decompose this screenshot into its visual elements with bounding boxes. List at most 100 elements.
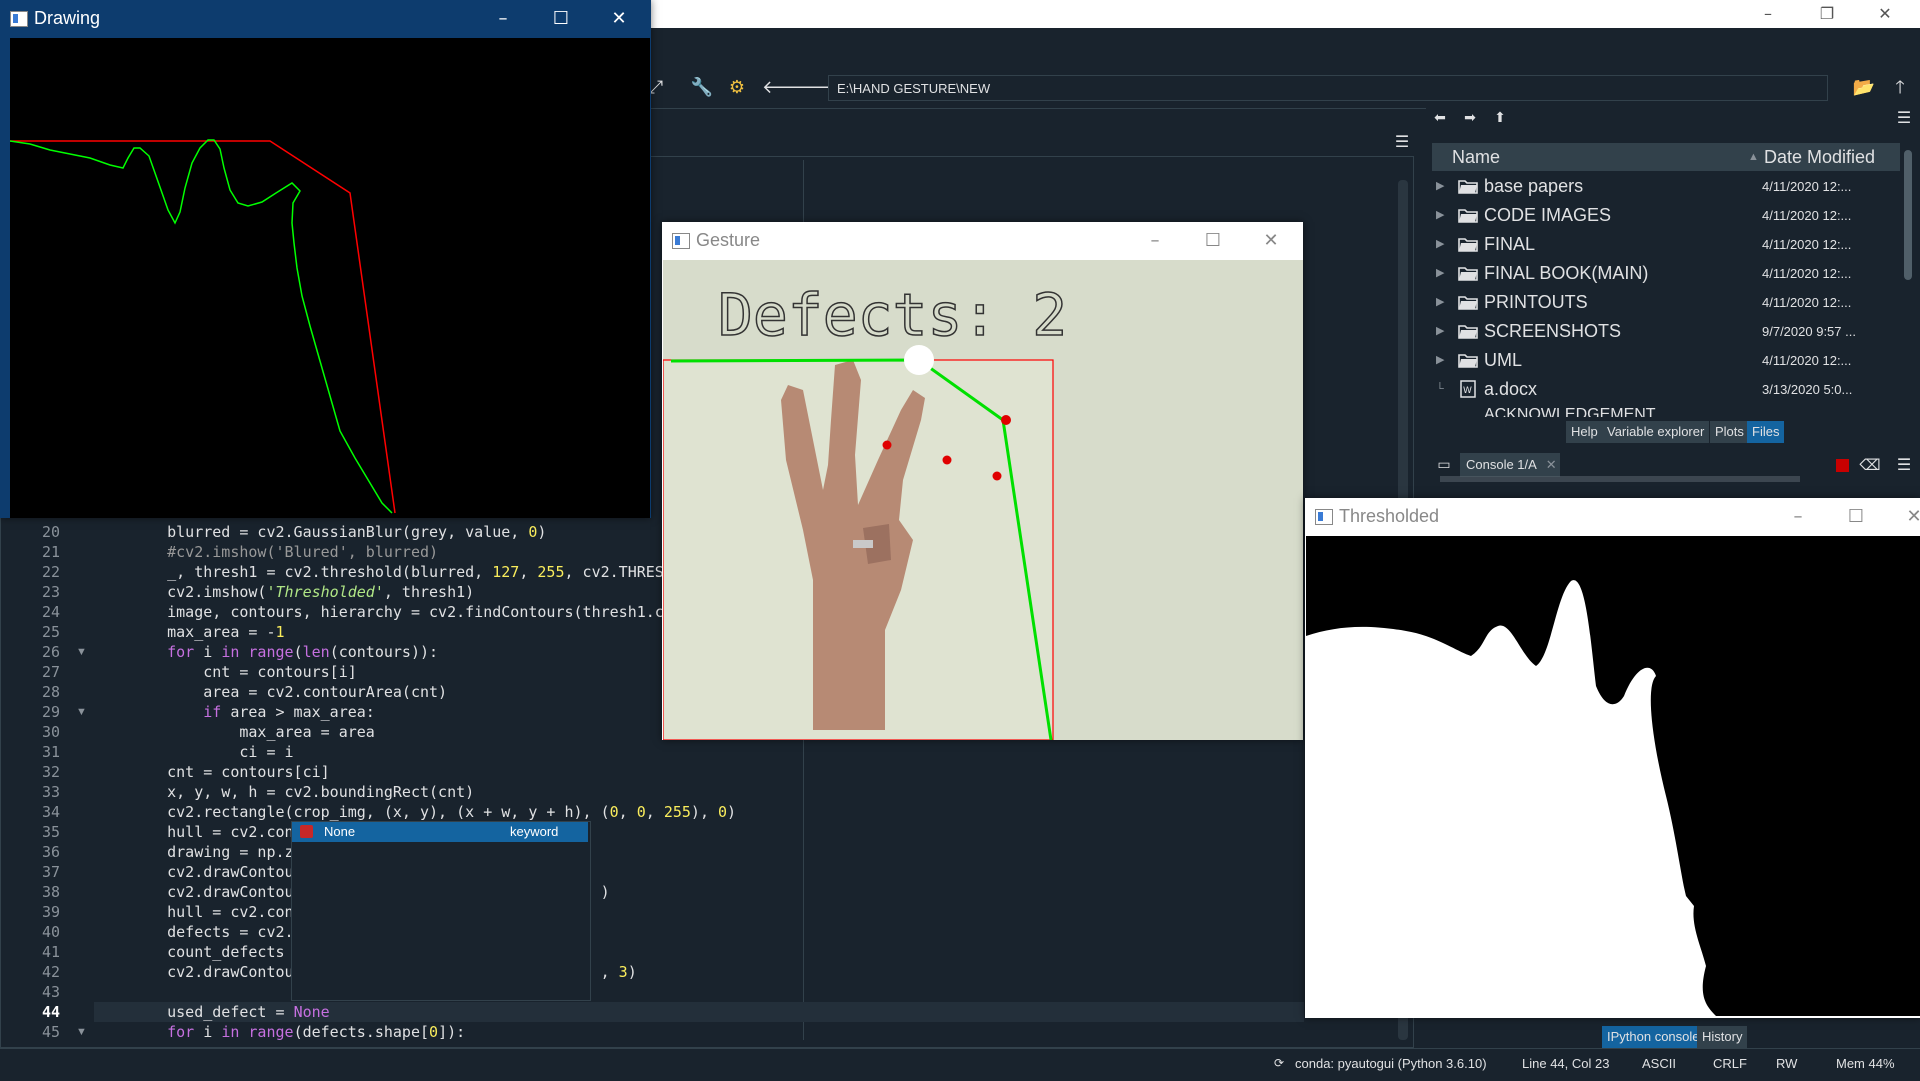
completion-popup[interactable] [291, 821, 591, 1001]
file-name: FINAL [1484, 234, 1536, 254]
drawing-canvas [10, 38, 650, 518]
defects-label: Defects: 2 [718, 281, 1067, 349]
forward-arrow-icon[interactable]: 🡒 [796, 76, 844, 100]
code-line[interactable]: cnt = contours[ci] [131, 762, 330, 782]
defect-point [992, 471, 1002, 481]
close-icon[interactable]: ✕ [1243, 222, 1299, 259]
fold-arrow-icon[interactable]: ▼ [76, 642, 88, 662]
far-point-marker [904, 345, 934, 375]
files-options-menu-icon[interactable]: ☰ [1892, 106, 1916, 130]
console-options-menu-icon[interactable]: ☰ [1892, 453, 1916, 477]
expand-arrow-icon[interactable]: ▶ [1436, 230, 1444, 259]
line-number: 25 [41, 623, 60, 641]
drawing-window[interactable]: Drawing – ☐ ✕ [0, 0, 651, 518]
file-row[interactable]: ▶ FINAL BOOK(MAIN) 4/11/2020 12:... [1432, 259, 1900, 288]
defect-point [942, 455, 952, 465]
code-line[interactable]: #cv2.imshow('Blured', blurred) [131, 542, 438, 562]
drawing-title: Drawing [34, 8, 101, 28]
thresholded-window[interactable]: Thresholded – ☐ ✕ [1305, 498, 1920, 1018]
browse-folder-icon[interactable]: 📂 [1852, 76, 1876, 100]
file-name: UML [1484, 350, 1523, 370]
eraser-icon[interactable]: ⌫ [1858, 453, 1882, 477]
code-line[interactable]: image, contours, hierarchy = cv2.findCon… [131, 602, 700, 622]
file-row[interactable]: ▶ PRINTOUTS 4/11/2020 12:... [1432, 288, 1900, 317]
code-line[interactable]: cnt = contours[i] [131, 662, 357, 682]
tab-plots[interactable]: Plots [1710, 421, 1749, 443]
expand-arrow-icon[interactable]: ▶ [1436, 201, 1444, 230]
code-line[interactable]: x, y, w, h = cv2.boundingRect(cnt) [131, 782, 474, 802]
expand-arrow-icon[interactable]: ▶ [1436, 346, 1444, 375]
file-row[interactable]: ▶ FINAL 4/11/2020 12:... [1432, 230, 1900, 259]
tab-files[interactable]: Files [1747, 421, 1785, 443]
code-line[interactable]: max_area = -1 [131, 622, 284, 642]
line-number: 33 [41, 783, 60, 801]
code-line[interactable]: blurred = cv2.GaussianBlur(grey, value, … [131, 522, 546, 542]
maximize-icon[interactable]: ☐ [1185, 222, 1241, 259]
expand-arrow-icon[interactable]: ▶ [1436, 288, 1444, 317]
keyword-icon [300, 825, 313, 838]
tab-variable-explorer[interactable]: Variable explorer [1602, 421, 1710, 443]
file-row[interactable]: ▶ CODE IMAGES 4/11/2020 12:... [1432, 201, 1900, 230]
line-number: 35 [41, 823, 60, 841]
files-scrollbar[interactable] [1904, 150, 1912, 280]
files-up-icon[interactable]: ⬆ [1488, 106, 1512, 130]
parent-directory-icon[interactable]: 🡑 [1888, 76, 1912, 100]
code-line[interactable]: area = cv2.contourArea(cnt) [131, 682, 447, 702]
code-line[interactable]: if area > max_area: [131, 702, 375, 722]
defect-point [882, 440, 892, 450]
maximize-icon[interactable]: ☐ [533, 0, 589, 37]
maximize-icon[interactable]: ☐ [1828, 498, 1884, 535]
gesture-titlebar[interactable]: Gesture – ☐ ✕ [662, 222, 1303, 259]
file-row[interactable]: ▶ UML 4/11/2020 12:... [1432, 346, 1900, 375]
thresholded-titlebar[interactable]: Thresholded – ☐ ✕ [1305, 498, 1920, 535]
minimize-icon[interactable]: – [1127, 222, 1183, 259]
code-line[interactable]: _, thresh1 = cv2.threshold(blurred, 127,… [131, 562, 700, 582]
completion-item[interactable]: None keyword [292, 822, 588, 842]
minimize-icon[interactable]: – [1770, 498, 1826, 535]
file-date: 3/13/2020 5:0... [1762, 382, 1853, 397]
expand-arrow-icon[interactable]: ▶ [1436, 259, 1444, 288]
code-line[interactable]: cv2.imshow('Thresholded', thresh1) [131, 582, 474, 602]
close-icon[interactable]: ✕ [591, 0, 647, 37]
file-row[interactable]: ▶ SCREENSHOTS 9/7/2020 9:57 ... [1432, 317, 1900, 346]
line-number: 38 [41, 883, 60, 901]
fold-arrow-icon[interactable]: ▼ [76, 1022, 88, 1042]
tab-ipython-console[interactable]: IPython console [1602, 1026, 1705, 1048]
code-line[interactable]: max_area = area [131, 722, 374, 742]
editor-options-menu-icon[interactable]: ☰ [1390, 130, 1414, 154]
code-line[interactable]: ci = i [131, 742, 293, 762]
close-icon[interactable]: ✕ [1862, 0, 1908, 28]
close-tab-icon[interactable]: ✕ [1546, 457, 1557, 472]
file-row[interactable]: ▶ base papers 4/11/2020 12:... [1432, 172, 1900, 201]
file-date: 4/11/2020 12:... [1762, 237, 1852, 252]
back-arrow-icon[interactable]: 🡐 [762, 76, 810, 100]
files-forward-icon[interactable]: ➡ [1458, 106, 1482, 130]
files-back-icon[interactable]: ⬅ [1428, 106, 1452, 130]
status-encoding: ASCII [1642, 1056, 1676, 1071]
expand-arrow-icon[interactable]: ▶ [1436, 172, 1444, 201]
column-name[interactable]: Name [1452, 143, 1500, 171]
expand-arrow-icon[interactable]: ▶ [1436, 317, 1444, 346]
column-date-modified[interactable]: Date Modified [1764, 143, 1875, 171]
folder-icon [1458, 267, 1478, 281]
minimize-icon[interactable]: – [475, 0, 531, 37]
working-directory-input[interactable]: E:\HAND GESTURE\NEW [828, 75, 1828, 101]
restore-icon[interactable]: ❐ [1804, 0, 1850, 28]
tab-history[interactable]: History [1697, 1026, 1748, 1048]
line-number: 37 [41, 863, 60, 881]
drawing-titlebar[interactable]: Drawing – ☐ ✕ [0, 0, 651, 37]
conda-icon: ⟳ [1274, 1056, 1285, 1070]
minimize-icon[interactable]: – [1745, 0, 1791, 28]
gesture-window[interactable]: Gesture – ☐ ✕ Defects: 2 [662, 222, 1303, 740]
code-line[interactable]: for i in range(defects.shape[0]): [131, 1022, 465, 1042]
close-icon[interactable]: ✕ [1886, 498, 1920, 535]
preferences-icon[interactable]: 🔧 [690, 76, 714, 100]
tab-help[interactable]: Help [1566, 421, 1603, 443]
python-path-icon[interactable]: ⚙ [725, 76, 749, 100]
code-line[interactable]: used_defect = None [131, 1002, 330, 1022]
stop-icon[interactable] [1836, 459, 1849, 472]
file-row[interactable]: └ Wa.docx 3/13/2020 5:0... [1432, 375, 1900, 404]
code-line[interactable]: cv2.rectangle(crop_img, (x, y), (x + w, … [131, 802, 736, 822]
fold-arrow-icon[interactable]: ▼ [76, 702, 88, 722]
code-line[interactable]: for i in range(len(contours)): [131, 642, 438, 662]
